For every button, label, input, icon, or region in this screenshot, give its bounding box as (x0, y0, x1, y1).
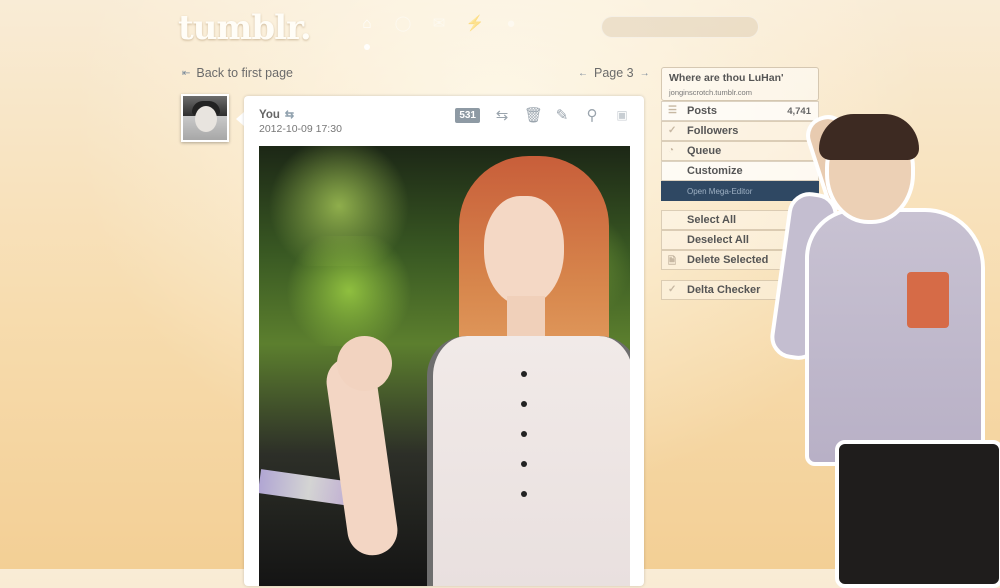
post-card: You ⇆ 2012-10-09 17:30 531 ⇆ 🗑 ✎ ⚲ ▣ (244, 96, 644, 586)
tumblr-logo[interactable]: tumblr. (178, 8, 312, 48)
avatar-face (195, 106, 217, 132)
search-input[interactable] (601, 16, 759, 38)
explore-icon[interactable]: ◯ (394, 14, 412, 32)
photo-top (427, 336, 630, 586)
page-navigation[interactable]: ← Page 3 → (578, 66, 650, 80)
delta-checker-icon: ✓ (668, 284, 677, 295)
account-icon[interactable]: ● (502, 14, 520, 32)
blog-title: Where are thou LuHan' (669, 72, 784, 84)
back-to-first-page-link[interactable]: ⇤ Back to first page (182, 66, 293, 80)
queue-icon: ◔ (668, 145, 675, 156)
delete-icon[interactable]: 🗑 (524, 106, 543, 124)
edit-icon[interactable]: ✎ (554, 106, 570, 124)
avatar[interactable] (181, 94, 229, 142)
notes-count-badge[interactable]: 531 (455, 107, 480, 123)
back-arrow-icon: ⇤ (182, 67, 191, 79)
post-controls: 531 ⇆ 🗑 ✎ ⚲ ▣ (455, 106, 630, 124)
page-label: Page 3 (594, 66, 634, 80)
top-nav: ⌂ ◯ ✉ ⚡ ● (358, 14, 520, 33)
inbox-icon[interactable]: ✉ (430, 14, 448, 32)
posts-icon: ☰ (668, 105, 677, 116)
home-icon[interactable]: ⌂ (358, 14, 376, 32)
back-link-label: Back to first page (196, 66, 293, 80)
photo-face (484, 196, 564, 306)
activity-icon[interactable]: ⚡ (466, 14, 485, 32)
reblog-small-icon: ⇆ (284, 109, 295, 121)
zoom-icon[interactable]: ⚲ (584, 106, 600, 124)
next-arrow-icon[interactable]: → (640, 68, 650, 79)
decorative-person-cutout (767, 109, 1000, 588)
post-pointer (236, 112, 244, 126)
post-author: You ⇆ (259, 108, 295, 122)
delete-doc-icon: 🗎 (668, 256, 677, 267)
prev-arrow-icon[interactable]: ← (578, 68, 588, 79)
active-indicator (364, 44, 370, 50)
post-photo[interactable] (259, 146, 630, 586)
photo-hand (337, 336, 392, 391)
blog-url: jonginscrotch.tumblr.com (669, 88, 752, 97)
blog-header[interactable]: Where are thou LuHan' jonginscrotch.tumb… (661, 67, 819, 101)
select-icon[interactable]: ▣ (614, 108, 630, 122)
followers-icon: ✓ (668, 125, 677, 136)
reblog-icon[interactable]: ⇆ (494, 106, 510, 124)
post-date: 2012-10-09 17:30 (259, 123, 342, 135)
post-author-name: You (259, 108, 280, 121)
